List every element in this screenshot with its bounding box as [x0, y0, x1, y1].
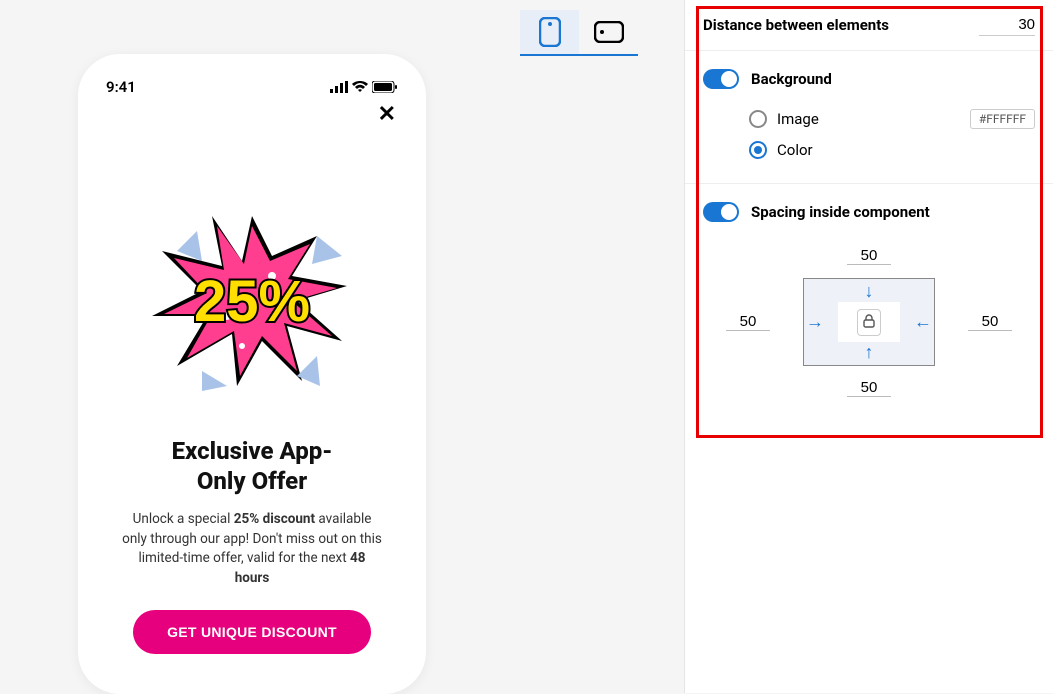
battery-icon — [372, 81, 398, 93]
tab-landscape[interactable] — [579, 10, 638, 54]
spacing-title: Spacing inside component — [751, 203, 930, 221]
color-chip[interactable]: #FFFFFF — [970, 109, 1035, 129]
background-option-image-row: Image #FFFFFF — [703, 103, 1035, 135]
promo-title: Exclusive App- Only Offer — [172, 436, 333, 496]
spacing-frame: ↓ ↑ → ← — [803, 278, 935, 366]
spacing-top-input[interactable] — [847, 247, 891, 265]
background-toggle[interactable] — [703, 69, 739, 89]
radio-color[interactable] — [749, 141, 767, 159]
background-title: Background — [751, 70, 832, 88]
promo-desc-pre: Unlock a special — [133, 511, 234, 527]
lock-icon[interactable] — [857, 309, 881, 336]
radio-image-label: Image — [777, 110, 819, 128]
phone-preview: 9:41 ✕ — [78, 54, 426, 694]
promo-title-line1: Exclusive App- — [172, 437, 333, 465]
status-time: 9:41 — [106, 78, 136, 96]
cellular-icon — [330, 81, 348, 93]
section-background: Background Image #FFFFFF Color — [685, 51, 1053, 184]
promo-percent-text: 25% — [194, 269, 310, 334]
promo-desc-bold: 25% discount — [234, 511, 315, 527]
promo-title-line2: Only Offer — [197, 467, 307, 495]
arrow-right-icon: → — [806, 312, 824, 333]
arrow-left-icon: ← — [914, 312, 932, 333]
background-option-color-row: Color — [703, 135, 1035, 165]
status-indicators — [330, 81, 398, 93]
distance-label: Distance between elements — [703, 16, 889, 34]
promo-description: Unlock a special 25% discount available … — [122, 510, 382, 588]
spacing-toggle[interactable] — [703, 202, 739, 222]
distance-input[interactable] — [979, 14, 1035, 36]
spacing-left-input[interactable] — [726, 313, 770, 331]
spacing-bottom-input[interactable] — [847, 379, 891, 397]
wifi-icon — [352, 81, 368, 93]
radio-image[interactable] — [749, 110, 767, 128]
spacing-right-input[interactable] — [968, 313, 1012, 331]
promo-block: 25% Exclusive App- Only Offer Unlock a s… — [78, 96, 426, 654]
status-bar: 9:41 — [78, 68, 426, 96]
close-icon[interactable]: ✕ — [378, 102, 396, 127]
preview-canvas: 9:41 ✕ — [0, 0, 684, 693]
arrow-down-icon: ↓ — [865, 281, 874, 302]
radio-color-label: Color — [777, 141, 813, 159]
device-orientation-tabs — [520, 10, 638, 56]
settings-panel: Distance between elements Background Ima… — [684, 0, 1053, 693]
section-spacing: Spacing inside component ↓ ↑ → ← — [685, 184, 1053, 420]
row-distance: Distance between elements — [685, 0, 1053, 51]
cta-button[interactable]: GET UNIQUE DISCOUNT — [133, 610, 371, 654]
promo-graphic: 25% — [142, 206, 362, 396]
tab-portrait[interactable] — [520, 10, 579, 54]
arrow-up-icon: ↑ — [865, 342, 874, 363]
